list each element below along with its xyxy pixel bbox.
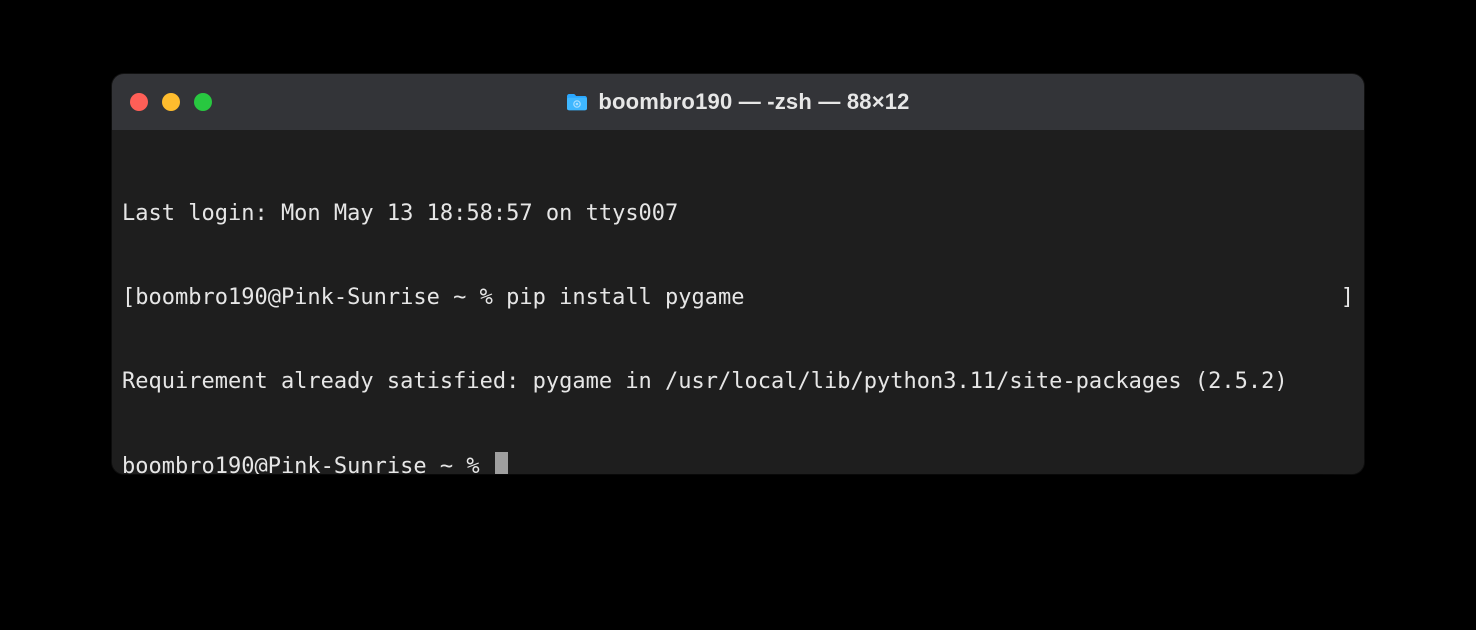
- traffic-lights: [130, 93, 212, 111]
- terminal-window: boombro190 — -zsh — 88×12 Last login: Mo…: [112, 74, 1364, 474]
- title-center: boombro190 — -zsh — 88×12: [112, 89, 1364, 115]
- minimize-button[interactable]: [162, 93, 180, 111]
- line-end-bracket: ]: [1341, 284, 1354, 312]
- close-button[interactable]: [130, 93, 148, 111]
- terminal-line: boombro190@Pink-Sunrise ~ %: [122, 452, 1354, 474]
- terminal-line: Last login: Mon May 13 18:58:57 on ttys0…: [122, 200, 1354, 228]
- prompt: boombro190@Pink-Sunrise ~ %: [122, 454, 493, 474]
- cursor: [495, 452, 508, 474]
- terminal-body[interactable]: Last login: Mon May 13 18:58:57 on ttys0…: [112, 130, 1364, 474]
- prompt-line: [boombro190@Pink-Sunrise ~ % pip install…: [122, 284, 745, 312]
- zoom-button[interactable]: [194, 93, 212, 111]
- terminal-line: [boombro190@Pink-Sunrise ~ % pip install…: [122, 284, 1354, 312]
- folder-icon: [566, 93, 588, 111]
- window-title: boombro190 — -zsh — 88×12: [598, 89, 909, 115]
- terminal-line: Requirement already satisfied: pygame in…: [122, 368, 1354, 396]
- titlebar: boombro190 — -zsh — 88×12: [112, 74, 1364, 130]
